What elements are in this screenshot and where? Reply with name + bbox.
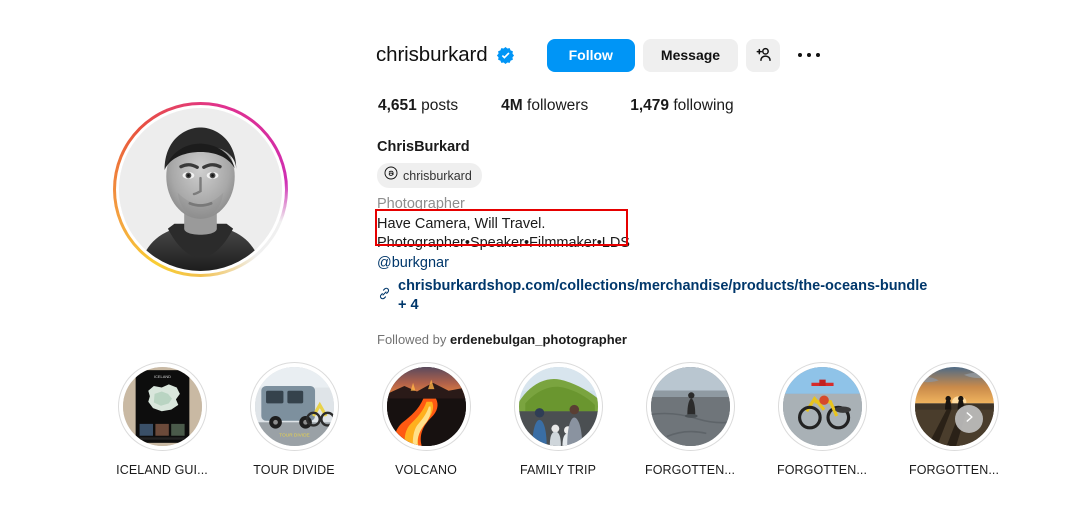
highlight-ring [909,362,999,451]
stat-following[interactable]: 1,479 following [630,97,733,115]
avatar-photo [119,108,282,271]
highlight-ring: ICELAND [117,362,207,451]
highlight-ring [777,362,867,451]
stat-followers-label: followers [527,97,589,114]
stat-following-value: 1,479 [630,97,669,114]
highlight-item[interactable]: FAMILY TRIP [492,362,624,477]
stat-posts: 4,651 posts [378,97,458,115]
profile-header: chrisburkard Follow Message [376,36,828,74]
highlight-item[interactable]: VOLCANO [360,362,492,477]
highlight-ring: TOUR DIVIDE [249,362,339,451]
username[interactable]: chrisburkard [376,44,488,66]
add-person-button[interactable] [746,38,781,72]
highlight-cover-family-green-mountain [518,367,598,446]
highlight-item[interactable]: ICELAND ICELAND GUI... [96,362,228,477]
svg-text:TOUR DIVIDE: TOUR DIVIDE [279,433,309,439]
highlight-cover-iceland-map-poster: ICELAND [122,367,202,446]
full-name: ChrisBurkard [377,139,470,155]
highlights-next-button[interactable] [955,405,983,433]
highlight-item[interactable]: FORGOTTEN... [888,362,1020,477]
verified-badge-icon [496,46,515,65]
threads-badge[interactable]: chrisburkard [377,163,482,188]
story-highlights: ICELAND ICELAND GUI... TOUR DIVIDE TOUR … [96,362,1020,477]
followed-by-prefix: Followed by [377,332,447,347]
highlight-label: FAMILY TRIP [519,463,597,477]
highlight-item[interactable]: FORGOTTEN... [756,362,888,477]
highlight-cover-cyclist-on-flats [650,367,730,446]
highlight-label: FORGOTTEN... [644,463,736,477]
stat-followers-value: 4M [501,97,523,114]
bio-mention[interactable]: @burkgnar [377,254,937,273]
message-button[interactable]: Message [642,38,739,72]
more-options-icon [797,52,821,58]
highlight-ring [513,362,603,451]
highlight-ring [381,362,471,451]
add-person-icon [754,45,773,66]
highlight-ring [645,362,735,451]
story-ring [113,102,288,277]
highlight-label: TOUR DIVIDE [253,463,335,477]
highlight-cover-van-and-bike: TOUR DIVIDE [254,367,334,446]
bio-text: Have Camera, Will Travel. Photographer•S… [377,216,630,251]
profile-stats: 4,651 posts 4M followers 1,479 following [378,97,734,115]
follow-button[interactable]: Follow [546,38,635,72]
highlight-label: ICELAND GUI... [116,463,208,477]
highlight-cover-yellow-bike-plane [782,367,862,446]
link-chain-icon [377,286,392,306]
profile-bio: ChrisBurkard chrisburkard Photographer H… [377,138,937,348]
threads-handle: chrisburkard [403,168,472,183]
highlight-cover-lava-flow [386,367,466,446]
highlight-cover-sunset-riders [914,367,994,446]
bio-category: Photographer [377,196,465,212]
followed-by: Followed by erdenebulgan_photographer [377,331,937,348]
avatar-inner-spacer [116,105,285,274]
instagram-profile-page: chrisburkard Follow Message 4,651 posts … [0,0,1077,522]
highlight-label: FORGOTTEN... [776,463,868,477]
stat-posts-label: posts [421,97,459,114]
bio-link-row[interactable]: chrisburkardshop.com/collections/merchan… [377,277,937,315]
svg-text:ICELAND: ICELAND [153,374,170,379]
followed-by-user[interactable]: erdenebulgan_photographer [450,332,627,347]
highlight-item[interactable]: FORGOTTEN... [624,362,756,477]
bio-link-text[interactable]: chrisburkardshop.com/collections/merchan… [398,277,937,315]
stat-posts-value: 4,651 [378,97,417,114]
highlight-label: FORGOTTEN... [908,463,1000,477]
highlight-item[interactable]: TOUR DIVIDE TOUR DIVIDE [228,362,360,477]
more-options-button[interactable] [790,39,828,72]
profile-avatar[interactable] [113,102,288,277]
chevron-right-icon [962,410,976,429]
stat-followers[interactable]: 4M followers [501,97,588,115]
threads-icon [384,166,398,185]
stat-following-label: following [673,97,734,114]
highlight-label: VOLCANO [395,463,457,477]
